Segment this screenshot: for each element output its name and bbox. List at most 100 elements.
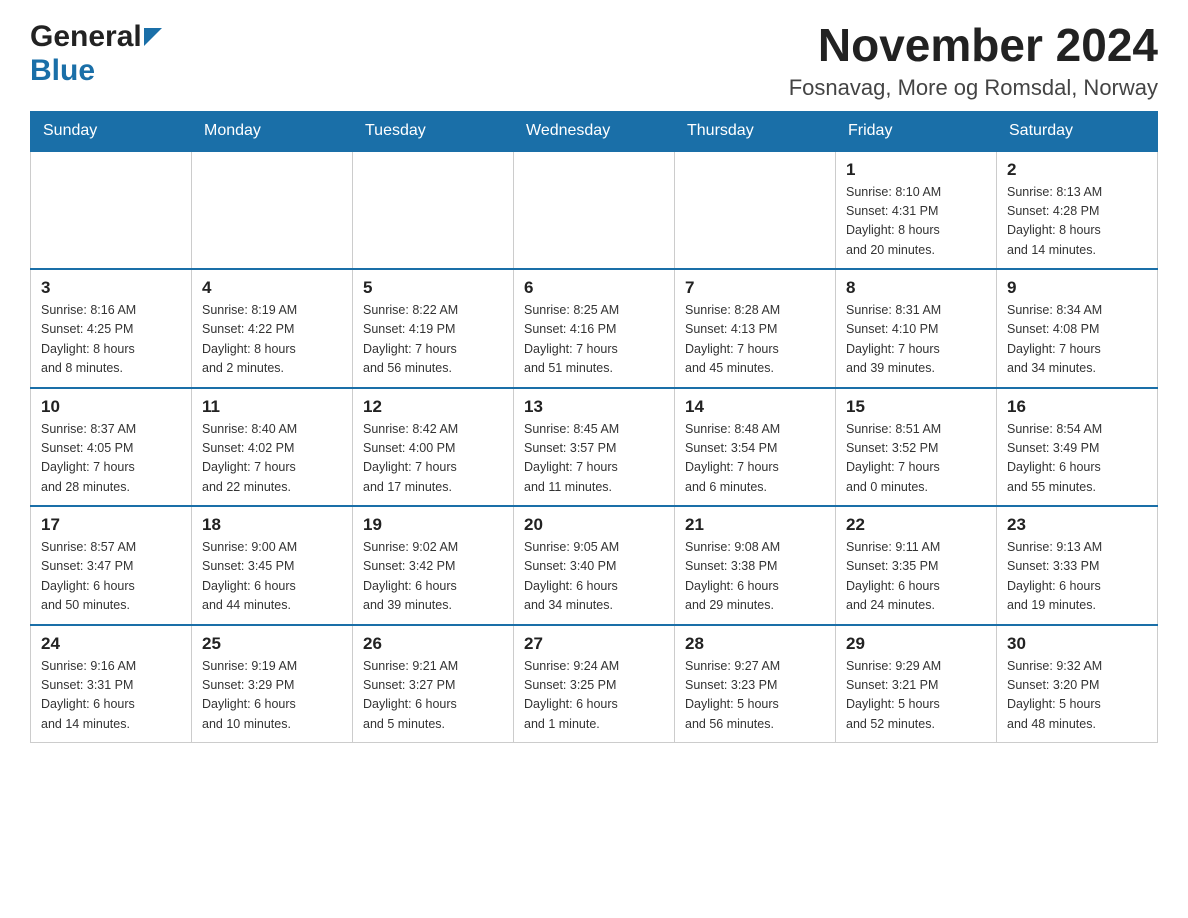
day-number: 2 [1007, 160, 1147, 180]
calendar-cell: 6 Sunrise: 8:25 AM Sunset: 4:16 PM Daylig… [514, 269, 675, 388]
calendar-cell: 7Sunrise: 8:28 AM Sunset: 4:13 PM Daylig… [675, 269, 836, 388]
day-number: 15 [846, 397, 986, 417]
day-info: Sunrise: 8:45 AM Sunset: 3:57 PM Dayligh… [524, 420, 664, 498]
day-info: Sunrise: 9:32 AM Sunset: 3:20 PM Dayligh… [1007, 657, 1147, 735]
day-number: 19 [363, 515, 503, 535]
day-info: Sunrise: 8:31 AM Sunset: 4:10 PM Dayligh… [846, 301, 986, 379]
day-number: 5 [363, 278, 503, 298]
day-number: 26 [363, 634, 503, 654]
day-info: Sunrise: 9:24 AM Sunset: 3:25 PM Dayligh… [524, 657, 664, 735]
title-area: November 2024 Fosnavag, More og Romsdal,… [789, 20, 1158, 101]
calendar-cell [192, 151, 353, 270]
day-info: Sunrise: 8:42 AM Sunset: 4:00 PM Dayligh… [363, 420, 503, 498]
month-title: November 2024 [789, 20, 1158, 71]
day-number: 8 [846, 278, 986, 298]
day-info: Sunrise: 8:40 AM Sunset: 4:02 PM Dayligh… [202, 420, 342, 498]
calendar-cell: 9 Sunrise: 8:34 AM Sunset: 4:08 PM Daylig… [997, 269, 1158, 388]
day-number: 16 [1007, 397, 1147, 417]
day-number: 13 [524, 397, 664, 417]
day-info: Sunrise: 9:16 AM Sunset: 3:31 PM Dayligh… [41, 657, 181, 735]
calendar-cell: 19 Sunrise: 9:02 AM Sunset: 3:42 PM Dayli… [353, 506, 514, 625]
day-info: Sunrise: 8:57 AM Sunset: 3:47 PM Dayligh… [41, 538, 181, 616]
logo-blue-text: Blue [30, 54, 95, 87]
day-info: Sunrise: 9:29 AM Sunset: 3:21 PM Dayligh… [846, 657, 986, 735]
day-info: Sunrise: 9:21 AM Sunset: 3:27 PM Dayligh… [363, 657, 503, 735]
calendar-cell: 8 Sunrise: 8:31 AM Sunset: 4:10 PM Daylig… [836, 269, 997, 388]
calendar-cell: 26 Sunrise: 9:21 AM Sunset: 3:27 PM Dayli… [353, 625, 514, 743]
calendar-cell: 30 Sunrise: 9:32 AM Sunset: 3:20 PM Dayli… [997, 625, 1158, 743]
week-row-4: 17 Sunrise: 8:57 AM Sunset: 3:47 PM Dayli… [31, 506, 1158, 625]
calendar-header-row: SundayMondayTuesdayWednesdayThursdayFrid… [31, 111, 1158, 151]
calendar-cell: 1 Sunrise: 8:10 AM Sunset: 4:31 PM Daylig… [836, 151, 997, 270]
logo: General Blue [30, 20, 162, 88]
calendar-cell: 24Sunrise: 9:16 AM Sunset: 3:31 PM Dayli… [31, 625, 192, 743]
day-number: 1 [846, 160, 986, 180]
day-number: 4 [202, 278, 342, 298]
day-info: Sunrise: 8:37 AM Sunset: 4:05 PM Dayligh… [41, 420, 181, 498]
day-number: 12 [363, 397, 503, 417]
calendar-cell: 28 Sunrise: 9:27 AM Sunset: 3:23 PM Dayli… [675, 625, 836, 743]
day-info: Sunrise: 9:27 AM Sunset: 3:23 PM Dayligh… [685, 657, 825, 735]
calendar-cell: 22Sunrise: 9:11 AM Sunset: 3:35 PM Dayli… [836, 506, 997, 625]
weekday-header-wednesday: Wednesday [514, 111, 675, 151]
day-number: 28 [685, 634, 825, 654]
day-number: 10 [41, 397, 181, 417]
day-info: Sunrise: 8:34 AM Sunset: 4:08 PM Dayligh… [1007, 301, 1147, 379]
day-info: Sunrise: 8:51 AM Sunset: 3:52 PM Dayligh… [846, 420, 986, 498]
day-number: 11 [202, 397, 342, 417]
day-info: Sunrise: 8:54 AM Sunset: 3:49 PM Dayligh… [1007, 420, 1147, 498]
calendar-cell: 12 Sunrise: 8:42 AM Sunset: 4:00 PM Dayli… [353, 388, 514, 507]
day-number: 17 [41, 515, 181, 535]
calendar-cell: 14Sunrise: 8:48 AM Sunset: 3:54 PM Dayli… [675, 388, 836, 507]
day-number: 29 [846, 634, 986, 654]
day-number: 27 [524, 634, 664, 654]
calendar-cell [514, 151, 675, 270]
calendar-cell: 23 Sunrise: 9:13 AM Sunset: 3:33 PM Dayli… [997, 506, 1158, 625]
day-info: Sunrise: 9:11 AM Sunset: 3:35 PM Dayligh… [846, 538, 986, 616]
logo-general-text: General [30, 20, 142, 54]
week-row-3: 10 Sunrise: 8:37 AM Sunset: 4:05 PM Dayli… [31, 388, 1158, 507]
day-info: Sunrise: 8:13 AM Sunset: 4:28 PM Dayligh… [1007, 183, 1147, 261]
day-number: 14 [685, 397, 825, 417]
day-info: Sunrise: 8:19 AM Sunset: 4:22 PM Dayligh… [202, 301, 342, 379]
calendar-cell: 21 Sunrise: 9:08 AM Sunset: 3:38 PM Dayli… [675, 506, 836, 625]
day-info: Sunrise: 8:16 AM Sunset: 4:25 PM Dayligh… [41, 301, 181, 379]
day-info: Sunrise: 9:02 AM Sunset: 3:42 PM Dayligh… [363, 538, 503, 616]
weekday-header-thursday: Thursday [675, 111, 836, 151]
calendar-cell: 11 Sunrise: 8:40 AM Sunset: 4:02 PM Dayli… [192, 388, 353, 507]
calendar-cell: 25Sunrise: 9:19 AM Sunset: 3:29 PM Dayli… [192, 625, 353, 743]
day-number: 23 [1007, 515, 1147, 535]
calendar-cell: 20Sunrise: 9:05 AM Sunset: 3:40 PM Dayli… [514, 506, 675, 625]
weekday-header-friday: Friday [836, 111, 997, 151]
calendar-cell: 18 Sunrise: 9:00 AM Sunset: 3:45 PM Dayli… [192, 506, 353, 625]
day-number: 3 [41, 278, 181, 298]
day-info: Sunrise: 8:22 AM Sunset: 4:19 PM Dayligh… [363, 301, 503, 379]
day-info: Sunrise: 9:19 AM Sunset: 3:29 PM Dayligh… [202, 657, 342, 735]
day-number: 9 [1007, 278, 1147, 298]
day-number: 18 [202, 515, 342, 535]
page-header: General Blue November 2024 Fosnavag, Mor… [30, 20, 1158, 101]
day-info: Sunrise: 9:08 AM Sunset: 3:38 PM Dayligh… [685, 538, 825, 616]
day-number: 30 [1007, 634, 1147, 654]
calendar-table: SundayMondayTuesdayWednesdayThursdayFrid… [30, 111, 1158, 744]
calendar-cell: 2 Sunrise: 8:13 AM Sunset: 4:28 PM Daylig… [997, 151, 1158, 270]
day-number: 6 [524, 278, 664, 298]
calendar-cell [31, 151, 192, 270]
day-info: Sunrise: 9:13 AM Sunset: 3:33 PM Dayligh… [1007, 538, 1147, 616]
calendar-cell: 10 Sunrise: 8:37 AM Sunset: 4:05 PM Dayli… [31, 388, 192, 507]
week-row-5: 24Sunrise: 9:16 AM Sunset: 3:31 PM Dayli… [31, 625, 1158, 743]
day-info: Sunrise: 9:00 AM Sunset: 3:45 PM Dayligh… [202, 538, 342, 616]
logo-arrow-icon [144, 28, 162, 51]
calendar-cell: 15 Sunrise: 8:51 AM Sunset: 3:52 PM Dayli… [836, 388, 997, 507]
day-info: Sunrise: 8:25 AM Sunset: 4:16 PM Dayligh… [524, 301, 664, 379]
day-number: 21 [685, 515, 825, 535]
weekday-header-sunday: Sunday [31, 111, 192, 151]
calendar-cell: 17 Sunrise: 8:57 AM Sunset: 3:47 PM Dayli… [31, 506, 192, 625]
calendar-cell [353, 151, 514, 270]
week-row-1: 1 Sunrise: 8:10 AM Sunset: 4:31 PM Daylig… [31, 151, 1158, 270]
calendar-cell: 13 Sunrise: 8:45 AM Sunset: 3:57 PM Dayli… [514, 388, 675, 507]
day-number: 7 [685, 278, 825, 298]
calendar-cell: 3 Sunrise: 8:16 AM Sunset: 4:25 PM Daylig… [31, 269, 192, 388]
day-info: Sunrise: 8:10 AM Sunset: 4:31 PM Dayligh… [846, 183, 986, 261]
calendar-cell: 29 Sunrise: 9:29 AM Sunset: 3:21 PM Dayli… [836, 625, 997, 743]
